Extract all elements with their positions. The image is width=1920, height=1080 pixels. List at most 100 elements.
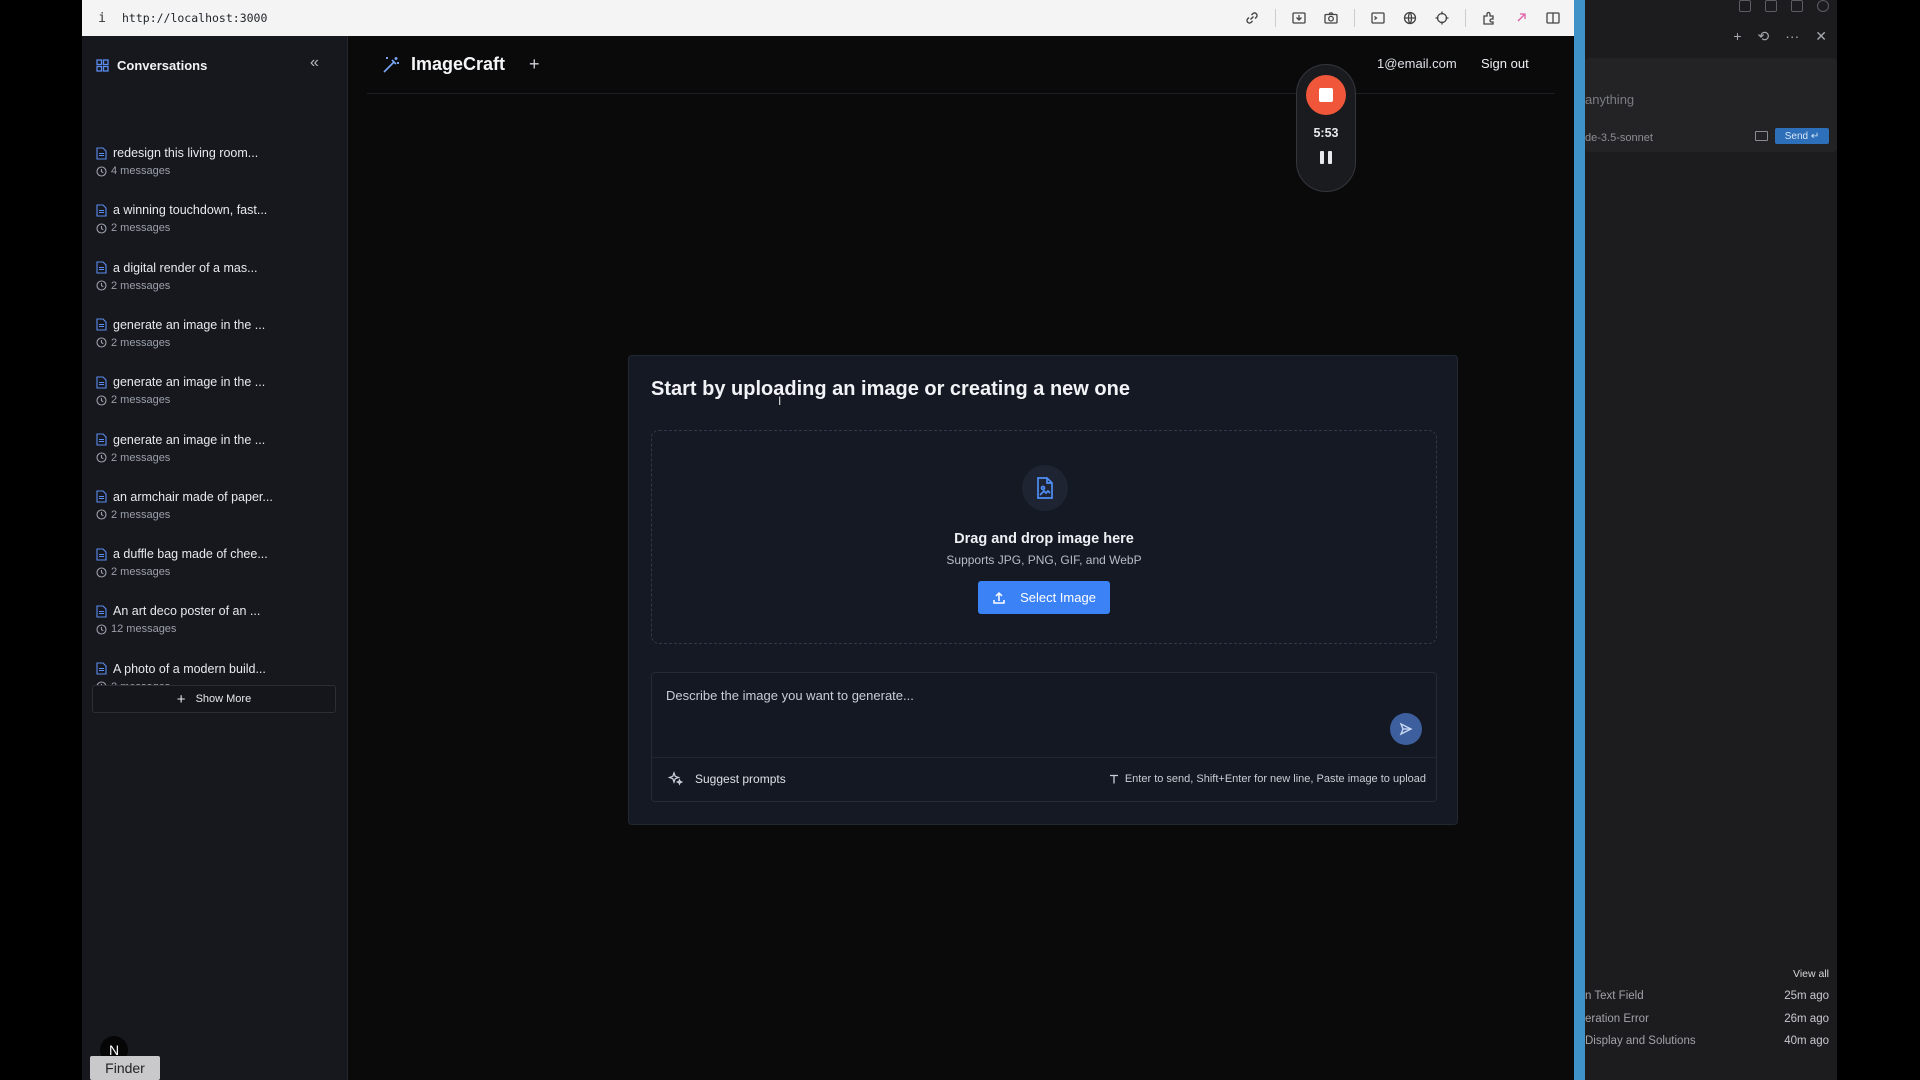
ask-box[interactable]: anything de-3.5-sonnet Send ↵ [1585,58,1837,152]
panel-send-button[interactable]: Send ↵ [1775,128,1829,144]
conversations-sidebar: Conversations « redesign this living roo… [82,36,348,1080]
text-icon [1109,774,1118,784]
chat-history-item[interactable]: Display and Solutions 40m ago [1585,1035,1829,1047]
show-more-button[interactable]: + Show More [92,685,336,713]
conversation-meta-row: 2 messages [96,280,336,292]
document-icon [96,662,107,675]
conversation-title-row: a digital render of a mas... [96,259,336,277]
clock-icon [96,337,107,348]
conversation-message-count: 2 messages [111,394,171,407]
conversation-title-row: A photo of a modern build... [96,660,336,678]
conversation-title-row: a winning touchdown, fast... [96,201,336,219]
chat-history-item[interactable]: eration Error 26m ago [1585,1013,1829,1025]
sign-out-link[interactable]: Sign out [1481,56,1529,71]
image-dropzone[interactable]: Drag and drop image here Supports JPG, P… [651,430,1437,644]
pause-icon [1320,151,1324,164]
brand-name: ImageCraft [411,54,506,74]
plugin-icon[interactable] [1512,9,1530,27]
select-image-button[interactable]: Select Image [978,581,1110,614]
ide-chat-panel: + ⟲ ··· ✕ anything de-3.5-sonnet Send ↵ … [1585,0,1837,1080]
layout-left-icon[interactable] [1739,0,1751,12]
close-icon[interactable]: ✕ [1815,28,1827,45]
gear-icon[interactable] [1817,0,1829,12]
text-cursor-icon: I [778,394,782,408]
clock-icon [96,624,107,635]
conversation-message-count: 2 messages [111,222,171,235]
terminal-icon[interactable] [1369,9,1387,27]
send-button[interactable] [1390,713,1422,745]
address-bar[interactable]: i http://localhost:3000 [82,0,1574,36]
globe-icon[interactable] [1401,9,1419,27]
conversation-message-count: 2 messages [111,336,171,349]
conversation-item[interactable]: an armchair made of paper... 2 messages [96,488,336,538]
document-icon [96,605,107,618]
conversation-item[interactable]: a winning touchdown, fast... 2 messages [96,201,336,251]
toolbar-divider [1275,9,1276,27]
conversation-item[interactable]: generate an image in the ... 2 messages [96,316,336,366]
panel-layout-icons [1739,0,1829,12]
chat-history-title: n Text Field [1585,990,1644,1002]
document-icon [96,261,107,274]
document-icon [96,146,107,160]
layout-right-icon[interactable] [1791,0,1803,12]
card-heading: Start by uploading an image or creating … [651,378,1130,400]
conversation-item[interactable]: a duffle bag made of chee... 2 messages [96,545,336,595]
clock-icon [96,223,107,234]
chat-history-item[interactable]: n Text Field 25m ago [1585,990,1829,1002]
conversation-title: A photo of a modern build... [113,661,266,676]
conversation-meta-row: 2 messages [96,337,336,349]
link-icon[interactable] [1243,9,1261,27]
conversation-item[interactable]: a digital render of a mas... 2 messages [96,259,336,309]
new-chat-icon[interactable]: + [1733,28,1741,45]
brand[interactable]: ImageCraft [381,54,505,75]
conversation-title: a winning touchdown, fast... [113,203,268,218]
conversation-title-row: a duffle bag made of chee... [96,545,336,563]
conversation-title: a duffle bag made of chee... [113,547,268,562]
extension-icon[interactable] [1480,9,1498,27]
site-info-icon[interactable]: i [82,11,122,26]
upload-card: Start by uploading an image or creating … [628,355,1458,825]
composer-divider [652,757,1436,758]
split-view-icon[interactable] [1544,9,1562,27]
document-icon [96,548,107,561]
stop-icon [1319,88,1333,102]
model-selector[interactable]: de-3.5-sonnet [1585,132,1653,144]
crosshair-icon[interactable] [1433,9,1451,27]
finder-tooltip: Finder [90,1056,160,1080]
show-more-label: Show More [195,693,252,705]
conversation-title: generate an image in the ... [113,432,266,447]
conversation-meta-row: 2 messages [96,222,336,234]
document-icon [96,433,107,446]
download-icon[interactable] [1290,9,1308,27]
browser-window: i http://localhost:3000 Conversations « … [82,0,1574,1080]
stop-recording-button[interactable] [1306,75,1346,115]
conversation-title-row: generate an image in the ... [96,373,336,391]
image-attach-icon[interactable] [1755,131,1768,141]
more-icon[interactable]: ··· [1785,28,1799,45]
conversation-meta-row: 4 messages [96,165,336,177]
conversation-title-row: an armchair made of paper... [96,488,336,506]
conversation-item[interactable]: generate an image in the ... 2 messages [96,431,336,481]
history-icon[interactable]: ⟲ [1758,28,1770,45]
layout-bottom-icon[interactable] [1765,0,1777,12]
conversation-item[interactable]: An art deco poster of an ... 12 messages [96,602,336,652]
new-conversation-button[interactable]: + [529,54,540,75]
prompt-input[interactable] [666,685,1306,705]
conversation-title: generate an image in the ... [113,317,266,332]
chat-history-time: 26m ago [1784,1012,1829,1025]
suggest-prompts-button[interactable]: Suggest prompts [668,771,786,786]
pause-recording-button[interactable] [1320,151,1332,164]
view-all-link[interactable]: View all [1793,968,1829,980]
conversation-item[interactable]: generate an image in the ... 2 messages [96,373,336,423]
conversation-title: An art deco poster of an ... [113,604,261,619]
screen-recorder-widget: 5:53 [1296,64,1356,192]
camera-icon[interactable] [1322,9,1340,27]
clock-icon [96,509,107,520]
conversation-item[interactable]: redesign this living room... 4 messages [96,144,336,194]
conversation-title: an armchair made of paper... [113,489,273,504]
url-text[interactable]: http://localhost:3000 [122,11,267,25]
chat-history-time: 40m ago [1784,1035,1829,1047]
document-icon [96,204,107,217]
collapse-sidebar-icon[interactable]: « [310,54,319,72]
conversation-title-row: generate an image in the ... [96,431,336,449]
